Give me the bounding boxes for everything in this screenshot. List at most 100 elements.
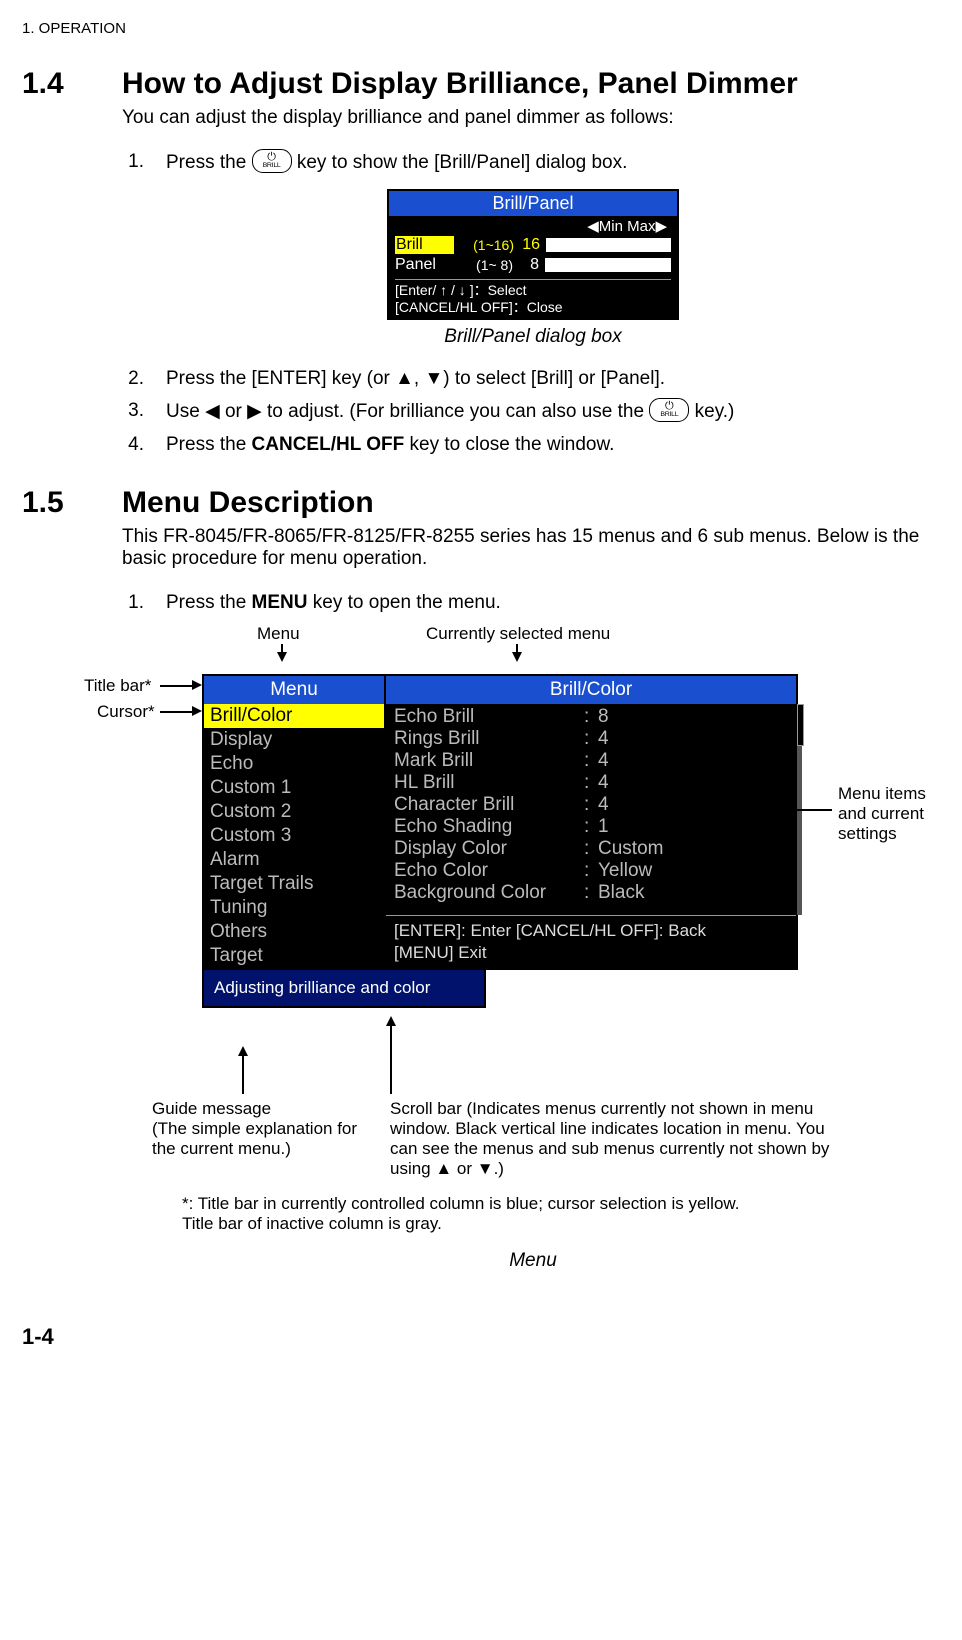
brill-label: Brill xyxy=(395,236,454,254)
label-currently-selected: Currently selected menu xyxy=(426,624,610,644)
menu-left-item: Brill/Color xyxy=(204,704,384,728)
panel-bar xyxy=(545,258,671,272)
arrow-up-icon xyxy=(238,1046,248,1056)
menu-left-item: Echo xyxy=(204,752,384,776)
menu-right-item: Echo Brill: 8 xyxy=(394,706,788,728)
menu-right-item: Echo Shading: 1 xyxy=(394,816,788,838)
menu-left-item: Alarm xyxy=(204,848,384,872)
menu-right-column: Brill/Color Echo Brill: 8Rings Brill: 4M… xyxy=(386,674,798,970)
item-key: Echo Brill xyxy=(394,706,584,728)
item-key: Display Color xyxy=(394,838,584,860)
item-value: 4 xyxy=(598,772,609,794)
brill-key-icon: ⏻ BRILL xyxy=(649,398,689,422)
scroll-thumb xyxy=(797,704,804,746)
panel-value: 8 xyxy=(517,256,539,274)
menu-left-item: Target xyxy=(204,944,384,968)
brill-row: Brill (1~16) 16 xyxy=(395,235,671,255)
item-colon: : xyxy=(584,706,598,728)
step-number: 1. xyxy=(122,151,144,175)
arrow-line xyxy=(281,644,283,654)
menu-left-item: Tuning xyxy=(204,896,384,920)
item-value: 4 xyxy=(598,728,609,750)
step-1-text: Press the ⏻ BRILL key to show the [Brill… xyxy=(166,151,944,175)
menu-right-item: Mark Brill: 4 xyxy=(394,750,788,772)
menu-right-item: HL Brill: 4 xyxy=(394,772,788,794)
menu-left-item: Custom 3 xyxy=(204,824,384,848)
section-title: How to Adjust Display Brilliance, Panel … xyxy=(122,67,798,101)
hint-enter-back: [ENTER]: Enter [CANCEL/HL OFF]: Back xyxy=(394,920,788,942)
step-2-text: Press the [ENTER] key (or ▲, ▼) to selec… xyxy=(166,368,944,390)
section-number: 1.5 xyxy=(22,486,122,520)
menu-left-column: Menu Brill/ColorDisplayEchoCustom 1Custo… xyxy=(202,674,386,970)
item-key: Rings Brill xyxy=(394,728,584,750)
item-key: Echo Color xyxy=(394,860,584,882)
item-colon: : xyxy=(584,860,598,882)
label-menu: Menu xyxy=(257,624,300,644)
label-title-bar: Title bar* xyxy=(84,676,151,696)
label-cursor: Cursor* xyxy=(97,702,155,722)
item-colon: : xyxy=(584,750,598,772)
item-key: Character Brill xyxy=(394,794,584,816)
step-1-5-text: Press the MENU key to open the menu. xyxy=(166,592,944,614)
hint-close: [CANCEL/HL OFF]：Close xyxy=(395,299,671,316)
menu-right-item: Character Brill: 4 xyxy=(394,794,788,816)
item-colon: : xyxy=(584,794,598,816)
arrow-line xyxy=(160,711,195,713)
dialog-titlebar: Brill/Panel xyxy=(389,191,677,217)
intro-1-4: You can adjust the display brilliance an… xyxy=(122,107,944,129)
arrow-line xyxy=(390,1024,392,1094)
min-max-label: ◀Min Max▶ xyxy=(395,217,671,235)
section-1-5-heading: 1.5 Menu Description xyxy=(22,486,944,520)
item-key: Background Color xyxy=(394,882,584,904)
menu-left-item: Custom 2 xyxy=(204,800,384,824)
section-title: Menu Description xyxy=(122,486,374,520)
item-value: 4 xyxy=(598,750,609,772)
brill-panel-dialog: Brill/Panel ◀Min Max▶ Brill (1~16) 16 Pa… xyxy=(387,189,679,320)
arrow-up-icon xyxy=(386,1016,396,1026)
step-3-text: Use ◀ or ▶ to adjust. (For brilliance yo… xyxy=(166,400,944,424)
dialog-hints: [Enter/ ↑ / ↓ ]：Select [CANCEL/HL OFF]：C… xyxy=(395,279,671,316)
label-menu-items: Menu items and current settings xyxy=(838,784,958,844)
item-colon: : xyxy=(584,728,598,750)
menu-left-item: Custom 1 xyxy=(204,776,384,800)
arrow-line xyxy=(516,644,518,654)
item-colon: : xyxy=(584,838,598,860)
dialog-caption: Brill/Panel dialog box xyxy=(444,326,621,348)
menu-left-item: Display xyxy=(204,728,384,752)
menu-panel: Menu Brill/ColorDisplayEchoCustom 1Custo… xyxy=(202,674,798,1008)
step-4-text: Press the CANCEL/HL OFF key to close the… xyxy=(166,434,944,456)
hint-select: [Enter/ ↑ / ↓ ]：Select xyxy=(395,282,671,299)
menu-caption: Menu xyxy=(122,1250,944,1272)
arrow-line xyxy=(160,685,195,687)
step-number: 3. xyxy=(122,400,144,424)
menu-right-item: Echo Color: Yellow xyxy=(394,860,788,882)
brill-panel-dialog-figure: Brill/Panel ◀Min Max▶ Brill (1~16) 16 Pa… xyxy=(122,189,944,358)
menu-left-titlebar: Menu xyxy=(204,676,384,704)
item-value: Black xyxy=(598,882,644,904)
panel-range: (1~ 8) xyxy=(457,257,513,273)
arrow-left-icon xyxy=(694,804,704,814)
menu-right-item: Rings Brill: 4 xyxy=(394,728,788,750)
menu-right-titlebar: Brill/Color xyxy=(386,676,796,704)
label-guide-message: Guide message (The simple explanation fo… xyxy=(152,1099,382,1159)
arrow-right-icon xyxy=(192,680,202,690)
brill-value: 16 xyxy=(518,236,540,254)
item-value: 8 xyxy=(598,706,609,728)
step-number: 2. xyxy=(122,368,144,390)
arrow-line xyxy=(242,1054,244,1094)
label-scroll-bar: Scroll bar (Indicates menus currently no… xyxy=(390,1099,850,1179)
menu-right-item: Background Color: Black xyxy=(394,882,788,904)
arrow-right-icon xyxy=(192,706,202,716)
menu-right-item: Display Color: Custom xyxy=(394,838,788,860)
section-1-4-heading: 1.4 How to Adjust Display Brilliance, Pa… xyxy=(22,67,944,101)
step-number: 1. xyxy=(122,592,144,614)
item-key: Echo Shading xyxy=(394,816,584,838)
brill-range: (1~16) xyxy=(458,237,514,253)
brill-key-icon: ⏻ BRILL xyxy=(252,149,292,173)
menu-right-hints: [ENTER]: Enter [CANCEL/HL OFF]: Back [ME… xyxy=(386,915,796,968)
footnote: *: Title bar in currently controlled col… xyxy=(182,1194,882,1234)
section-number: 1.4 xyxy=(22,67,122,101)
item-value: Custom xyxy=(598,838,663,860)
item-key: Mark Brill xyxy=(394,750,584,772)
item-colon: : xyxy=(584,772,598,794)
